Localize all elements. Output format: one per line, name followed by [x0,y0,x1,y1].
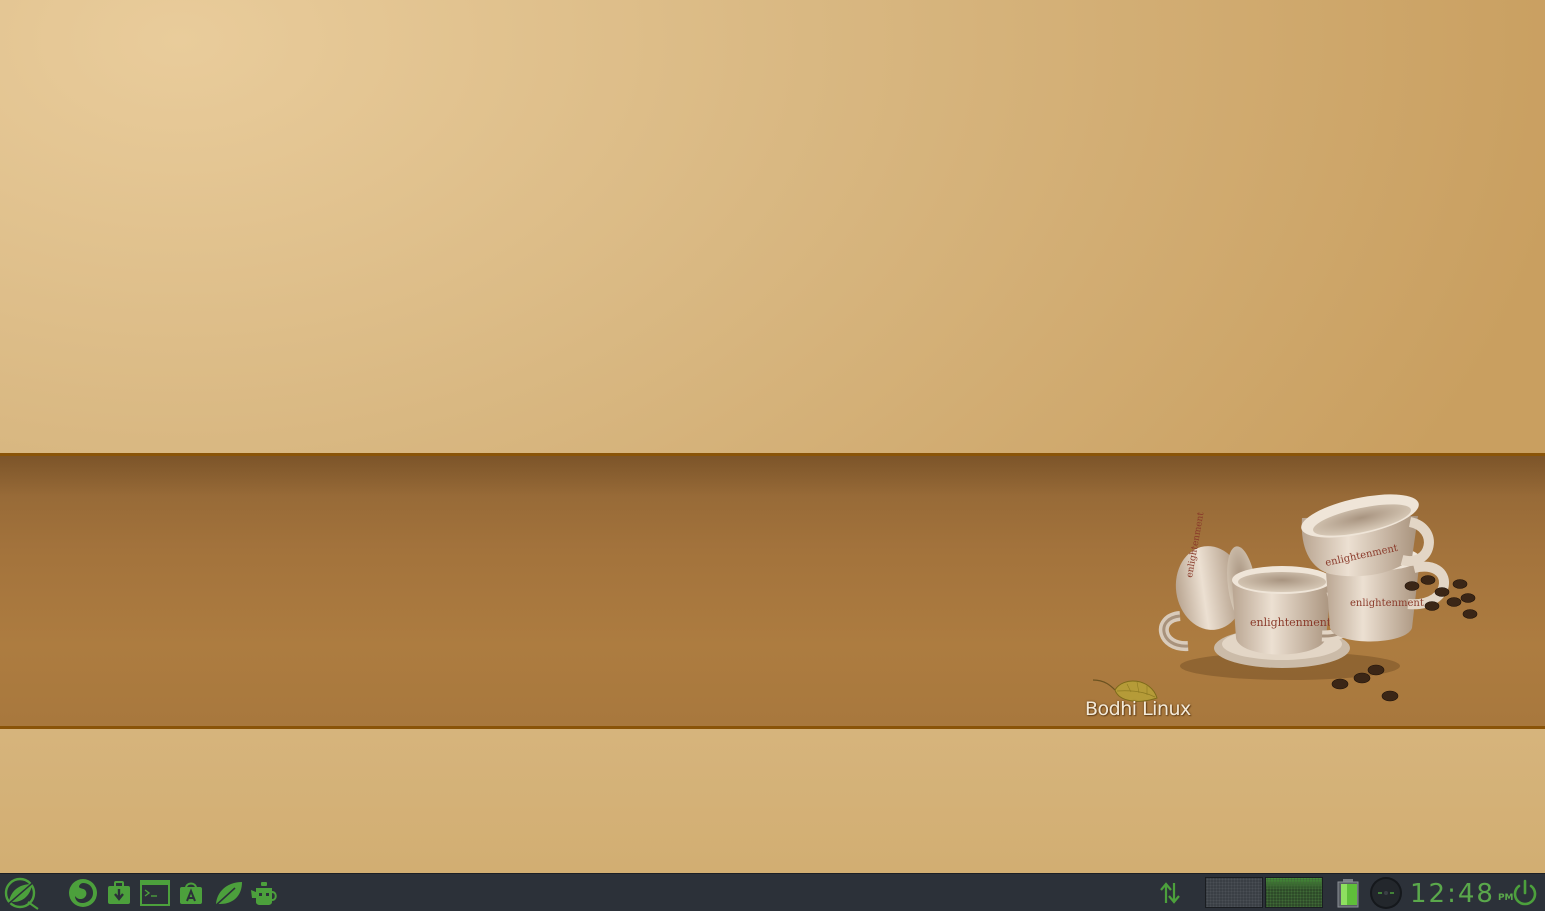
svg-text:enlightenment: enlightenment [1350,598,1424,609]
svg-text:enlightenment: enlightenment [1250,616,1332,629]
package-installer-launcher[interactable] [103,877,135,909]
coffee-cups-illustration: enlightenment enlightenment enlightenmen… [1158,494,1478,702]
bodhi-linux-text: Bodhi Linux [1085,698,1191,720]
leaf-launcher[interactable] [210,877,246,909]
bodhi-linux-logo: Bodhi Linux [1085,676,1205,726]
desktop-wallpaper: enlightenment enlightenment enlightenmen… [0,0,1545,873]
network-arrows-icon [1160,882,1180,904]
power-button[interactable] [1509,877,1541,909]
volume-mixer[interactable] [1368,877,1404,909]
browser-icon [69,879,97,907]
bodhi-leaf-icon [4,877,39,910]
wallpaper-lower [0,729,1545,873]
app-center-launcher[interactable] [175,877,207,909]
pager-desktop-2[interactable] [1265,877,1323,908]
clock-time: 12:48 [1410,879,1495,909]
terminal-icon [140,880,170,906]
clock[interactable]: 12:48 PM [1410,876,1514,910]
terminal-launcher[interactable] [138,877,172,909]
network-indicator[interactable] [1156,877,1184,909]
battery-indicator[interactable] [1334,877,1362,909]
browser-launcher[interactable] [66,877,100,909]
teapot-launcher[interactable] [248,877,280,909]
battery-icon [1337,879,1359,908]
leaf-icon [213,882,242,908]
start-menu-button[interactable] [2,877,40,910]
power-icon [1513,879,1537,906]
package-installer-icon [108,881,130,904]
volume-knob-icon [1370,877,1402,909]
pager-desktop-1[interactable] [1205,877,1263,908]
taskbar: 12:48 PM [0,873,1545,911]
app-store-icon [180,882,202,904]
teapot-icon [251,882,277,905]
